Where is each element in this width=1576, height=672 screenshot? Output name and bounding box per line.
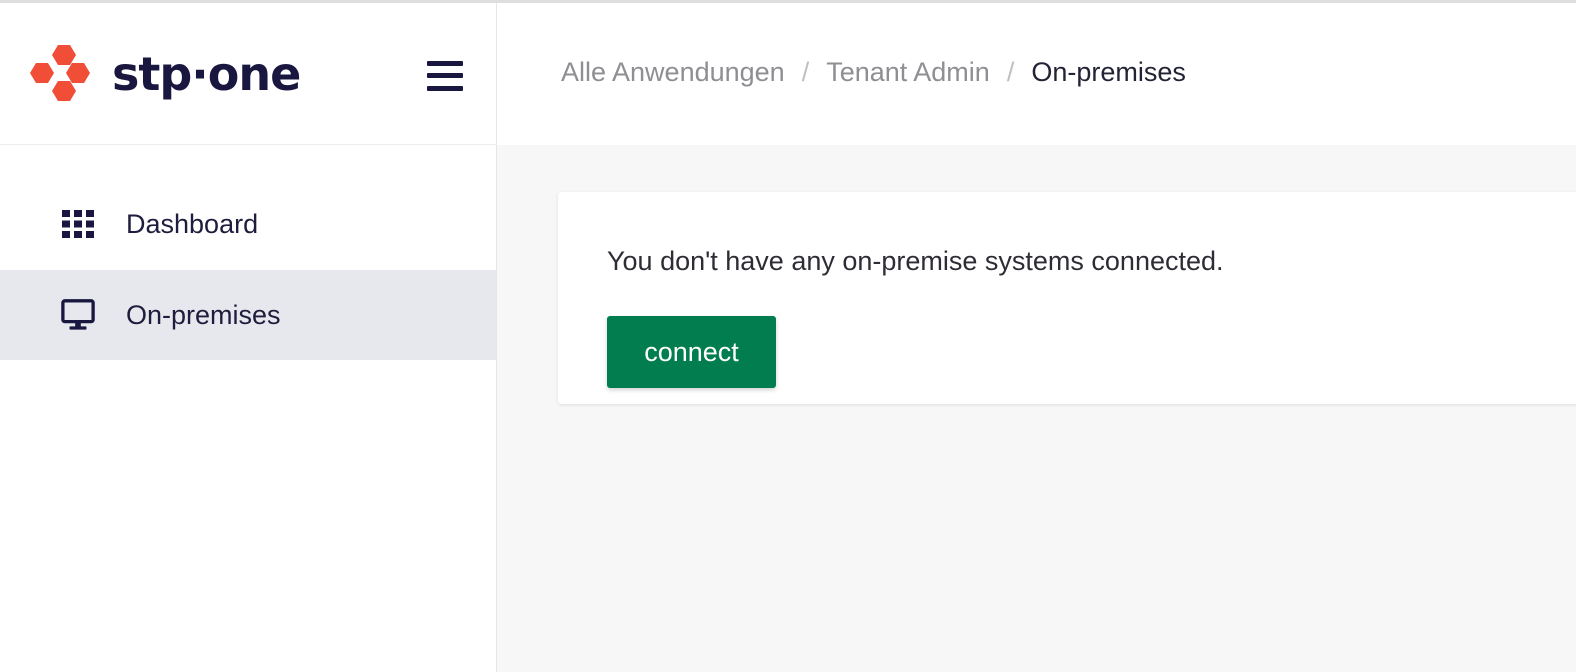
app-window: stp·one Dashboard On-premises Alle Anwen… bbox=[0, 0, 1576, 672]
monitor-icon bbox=[61, 298, 95, 332]
breadcrumb-link-tenant-admin[interactable]: Tenant Admin bbox=[826, 57, 990, 88]
logo-mark-icon bbox=[30, 45, 90, 101]
breadcrumb-separator: / bbox=[801, 57, 810, 87]
stp-one-logo[interactable]: stp·one bbox=[28, 41, 328, 111]
logo-text: stp·one bbox=[112, 47, 301, 101]
breadcrumb: Alle Anwendungen / Tenant Admin / On-pre… bbox=[561, 57, 1186, 88]
hamburger-menu-icon[interactable] bbox=[422, 58, 466, 98]
connect-button[interactable]: connect bbox=[607, 316, 776, 388]
sidebar-item-dashboard[interactable]: Dashboard bbox=[0, 178, 496, 270]
grid-icon bbox=[61, 207, 95, 241]
sidebar-item-label: On-premises bbox=[126, 299, 281, 330]
breadcrumb-link-alle-anwendungen[interactable]: Alle Anwendungen bbox=[561, 57, 785, 88]
sidebar: stp·one Dashboard On-premises bbox=[0, 3, 497, 672]
on-premises-card: You don't have any on-premise systems co… bbox=[558, 192, 1576, 404]
empty-state-message: You don't have any on-premise systems co… bbox=[607, 246, 1224, 276]
sidebar-item-label: Dashboard bbox=[126, 208, 259, 239]
sidebar-nav: Dashboard On-premises bbox=[0, 178, 496, 360]
main-content: You don't have any on-premise systems co… bbox=[497, 145, 1576, 672]
breadcrumb-current: On-premises bbox=[1031, 57, 1186, 87]
sidebar-item-on-premises[interactable]: On-premises bbox=[0, 270, 496, 360]
top-bar: Alle Anwendungen / Tenant Admin / On-pre… bbox=[497, 3, 1576, 145]
brand-header: stp·one bbox=[0, 3, 496, 145]
breadcrumb-separator: / bbox=[1006, 57, 1015, 87]
